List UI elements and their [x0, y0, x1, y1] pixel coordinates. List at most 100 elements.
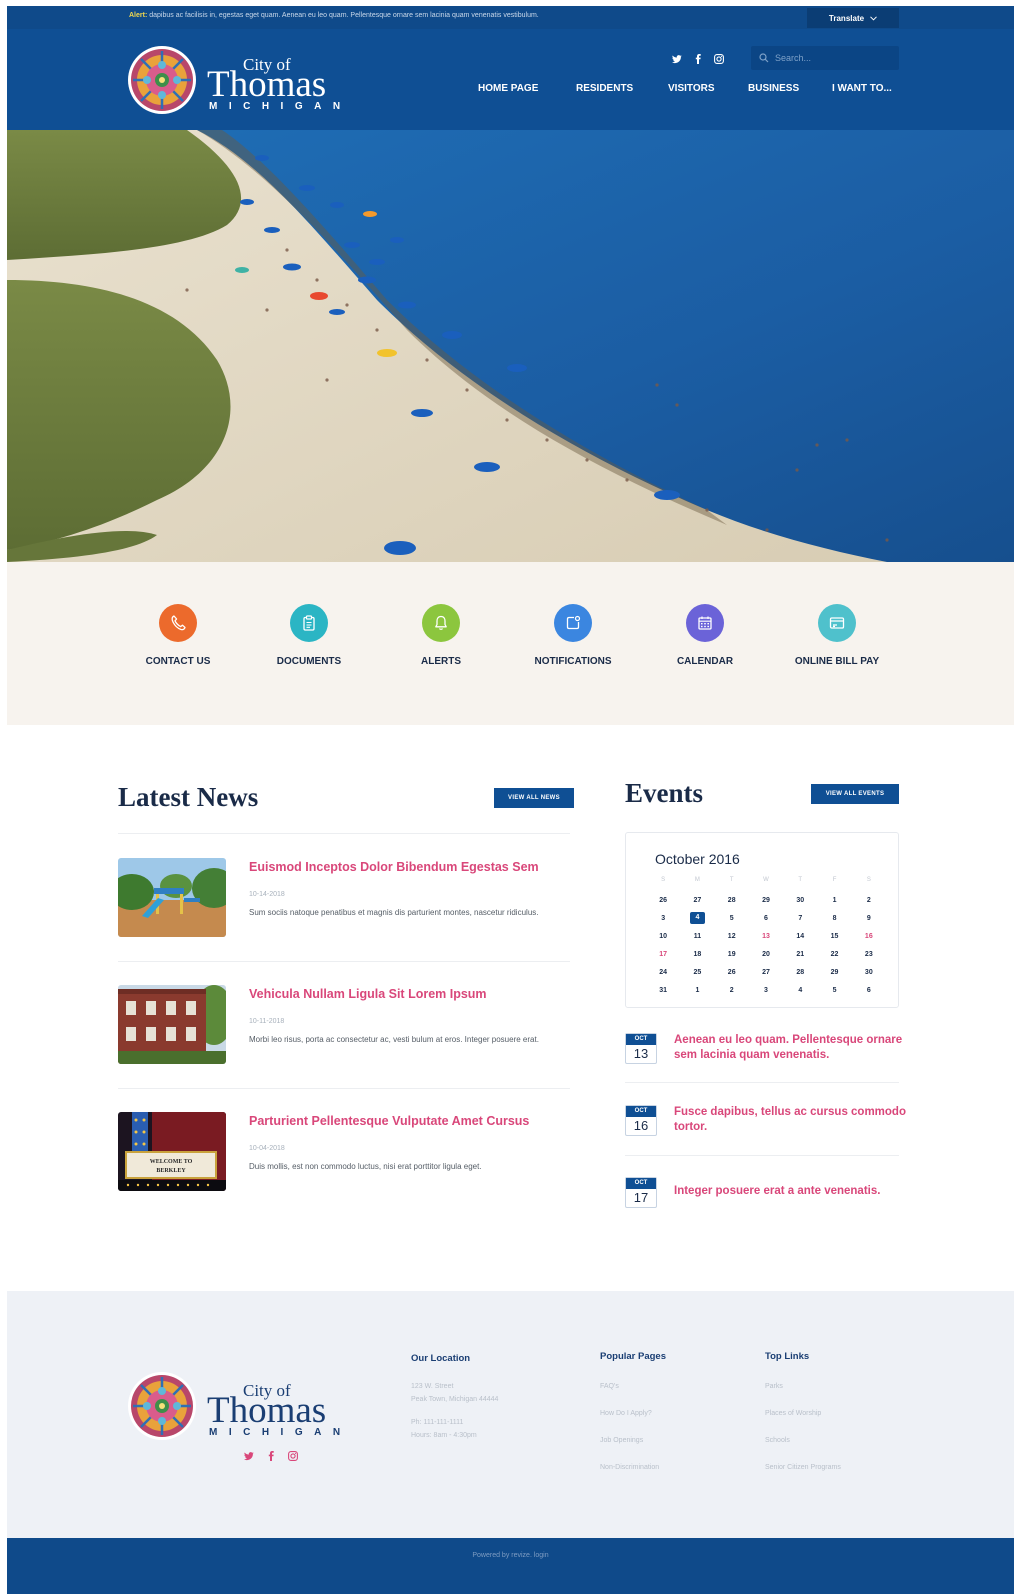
calendar-day[interactable]: 9	[852, 915, 886, 922]
event-title[interactable]: Fusce dapibus, tellus ac cursus commodo …	[674, 1105, 924, 1135]
twitter-icon[interactable]	[672, 51, 682, 64]
footer-link[interactable]: Senior Citizen Programs	[765, 1464, 841, 1471]
calendar-day[interactable]: 27	[680, 897, 714, 904]
calendar-day[interactable]: 4	[680, 912, 714, 924]
event-title[interactable]: Aenean eu leo quam. Pellentesque ornare …	[674, 1033, 924, 1063]
calendar-day[interactable]: 1	[680, 987, 714, 994]
calendar-day[interactable]: 22	[817, 951, 851, 958]
news-title[interactable]: Parturient Pellentesque Vulputate Amet C…	[249, 1114, 529, 1128]
quick-link-calendar[interactable]: CALENDAR	[645, 604, 765, 667]
calendar-day[interactable]: 10	[646, 933, 680, 940]
calendar-day[interactable]: 29	[749, 897, 783, 904]
calendar-day[interactable]: 1	[817, 897, 851, 904]
search-icon[interactable]	[759, 53, 769, 63]
footer-link[interactable]: Parks	[765, 1383, 841, 1390]
calendar-weekday: S	[866, 877, 871, 883]
calendar-weekday: T	[729, 877, 734, 883]
nav-visitors[interactable]: VISITORS	[668, 83, 748, 94]
calendar-day[interactable]: 11	[680, 933, 714, 940]
quick-link-notifications[interactable]: NOTIFICATIONS	[513, 604, 633, 667]
quick-link-documents[interactable]: DOCUMENTS	[249, 604, 369, 667]
calendar-day[interactable]: 19	[715, 951, 749, 958]
calendar-day[interactable]: 6	[852, 987, 886, 994]
footer-link[interactable]: How Do I Apply?	[600, 1410, 666, 1417]
calendar-day[interactable]: 3	[646, 915, 680, 922]
nav-business[interactable]: BUSINESS	[748, 83, 832, 94]
view-all-events-button[interactable]: VIEW ALL EVENTS	[811, 784, 899, 804]
news-title[interactable]: Euismod Inceptos Dolor Bibendum Egestas …	[249, 860, 539, 874]
view-all-news-button[interactable]: VIEW ALL NEWS	[494, 788, 574, 808]
calendar-day[interactable]: 5	[715, 915, 749, 922]
news-item[interactable]: WELCOME TO BERKLEY Parturient Pellentesq…	[118, 1112, 570, 1192]
logo-state: MICHIGAN	[209, 101, 352, 112]
calendar-day[interactable]: 12	[715, 933, 749, 940]
calendar-day[interactable]: 2	[715, 987, 749, 994]
calendar-day[interactable]: 15	[817, 933, 851, 940]
news-title[interactable]: Vehicula Nullam Ligula Sit Lorem Ipsum	[249, 987, 487, 1001]
calendar-day[interactable]: 18	[680, 951, 714, 958]
calendar-day[interactable]: 28	[715, 897, 749, 904]
site-logo[interactable]: City of Thomas MICHIGAN	[127, 45, 347, 115]
calendar-day[interactable]: 5	[817, 987, 851, 994]
calendar-day[interactable]: 26	[715, 969, 749, 976]
clipboard-icon	[290, 604, 328, 642]
footer-top-links: Top Links Parks Places of Worship School…	[765, 1351, 841, 1471]
footer-address-line-1: 123 W. Street	[411, 1383, 454, 1390]
nav-home-page[interactable]: HOME PAGE	[478, 83, 576, 94]
quick-link-contact-us[interactable]: CONTACT US	[118, 604, 238, 667]
calendar-week: 3 4 56789	[646, 909, 886, 927]
calendar-day[interactable]: 14	[783, 933, 817, 940]
calendar-day[interactable]: 21	[783, 951, 817, 958]
instagram-icon[interactable]	[714, 51, 724, 64]
calendar-day[interactable]: 7	[783, 915, 817, 922]
calendar-day[interactable]: 30	[783, 897, 817, 904]
calendar-weekday-row: SMTWTFS	[646, 873, 886, 891]
main-navigation: HOME PAGE RESIDENTS VISITORS BUSINESS I …	[478, 83, 922, 94]
footer-logo[interactable]: City of Thomas MICHIGAN	[127, 1371, 347, 1441]
divider	[118, 833, 570, 834]
calendar-day[interactable]: 4	[783, 987, 817, 994]
calendar-day[interactable]: 27	[749, 969, 783, 976]
calendar-day[interactable]: 31	[646, 987, 680, 994]
calendar-day[interactable]: 17	[646, 951, 680, 958]
calendar-day[interactable]: 24	[646, 969, 680, 976]
calendar-day[interactable]: 2	[852, 897, 886, 904]
calendar-day[interactable]: 28	[783, 969, 817, 976]
calendar-day[interactable]: 30	[852, 969, 886, 976]
news-item[interactable]: Euismod Inceptos Dolor Bibendum Egestas …	[118, 858, 570, 938]
news-thumbnail-theater[interactable]: WELCOME TO BERKLEY	[118, 1112, 226, 1191]
footer-link[interactable]: Job Openings	[600, 1437, 666, 1444]
nav-i-want-to[interactable]: I WANT TO...	[832, 83, 922, 94]
facebook-icon[interactable]	[693, 51, 703, 64]
quick-link-alerts[interactable]: ALERTS	[381, 604, 501, 667]
quick-link-online-bill-pay[interactable]: ONLINE BILL PAY	[777, 604, 897, 667]
translate-dropdown[interactable]: Translate	[807, 8, 899, 28]
divider	[625, 1082, 899, 1083]
twitter-icon[interactable]	[244, 1448, 254, 1466]
calendar-day[interactable]: 8	[817, 915, 851, 922]
news-date: 10-11-2018	[249, 1018, 285, 1025]
calendar-day[interactable]: 23	[852, 951, 886, 958]
event-date-badge: OCT 17	[625, 1177, 657, 1208]
footer-link[interactable]: Non-Discrimination	[600, 1464, 666, 1471]
search-input[interactable]	[775, 49, 893, 67]
calendar-day[interactable]: 25	[680, 969, 714, 976]
footer-link[interactable]: Places of Worship	[765, 1410, 841, 1417]
news-thumbnail-playground[interactable]	[118, 858, 226, 937]
instagram-icon[interactable]	[288, 1448, 298, 1466]
footer-link[interactable]: Schools	[765, 1437, 841, 1444]
event-title[interactable]: Integer posuere erat a ante venenatis.	[674, 1184, 924, 1199]
footer-link[interactable]: FAQ's	[600, 1383, 666, 1390]
news-item[interactable]: Vehicula Nullam Ligula Sit Lorem Ipsum 1…	[118, 985, 570, 1065]
calendar-day[interactable]: 16	[852, 933, 886, 940]
calendar-day[interactable]: 29	[817, 969, 851, 976]
calendar-day[interactable]: 13	[749, 933, 783, 940]
facebook-icon[interactable]	[266, 1448, 276, 1466]
calendar-day[interactable]: 6	[749, 915, 783, 922]
calendar-day[interactable]: 3	[749, 987, 783, 994]
calendar-day[interactable]: 20	[749, 951, 783, 958]
copyright-text[interactable]: Powered by revize. login	[7, 1552, 1014, 1559]
calendar-day[interactable]: 26	[646, 897, 680, 904]
nav-residents[interactable]: RESIDENTS	[576, 83, 668, 94]
news-thumbnail-building[interactable]	[118, 985, 226, 1064]
